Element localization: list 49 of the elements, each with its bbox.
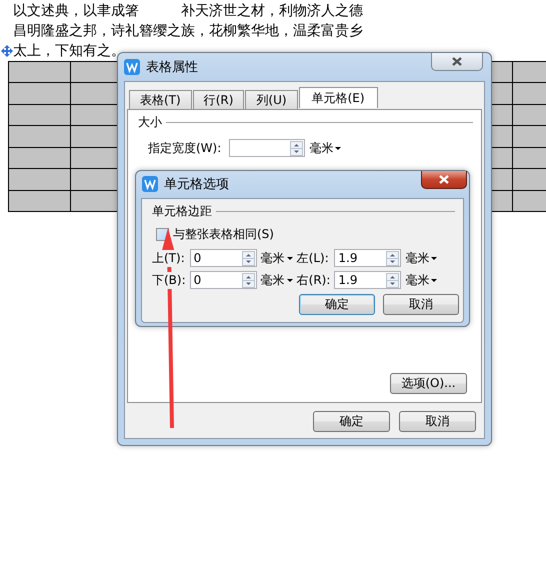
unit-dropdown[interactable]: 毫米 [405, 250, 438, 266]
section-heading: 单元格边距 [152, 203, 212, 220]
text-line: 以文述典，以聿成箸 补天济世之材，利物济人之德 [13, 2, 364, 21]
unit-dropdown[interactable]: 毫米 [260, 250, 293, 266]
caret-icon [335, 146, 342, 150]
unit-dropdown[interactable]: 毫米 [309, 140, 342, 156]
caret-icon [286, 256, 293, 260]
field-label: 左(L): [296, 250, 330, 266]
spin-arrows-icon [242, 272, 255, 288]
close-icon [439, 175, 449, 184]
dialog-button[interactable]: 取消 [399, 411, 476, 432]
number-field[interactable]: 0 [190, 271, 257, 289]
unit-dropdown[interactable]: 毫米 [260, 272, 293, 288]
tab[interactable]: 表格(T) [129, 90, 192, 109]
caret-icon [431, 256, 438, 260]
tab[interactable]: 行(R) [192, 90, 244, 109]
close-button[interactable] [421, 171, 467, 189]
number-field[interactable] [229, 139, 306, 157]
app-logo-icon [142, 176, 158, 192]
caret-icon [286, 278, 293, 282]
text-line: 昌明隆盛之邦，诗礼簪缨之族，花柳繁华地，温柔富贵乡 [13, 22, 364, 41]
spin-arrows-icon [290, 140, 304, 156]
checkbox-label: 与整张表格相同(S) [173, 226, 274, 243]
caret-icon [431, 278, 438, 282]
close-icon [452, 57, 462, 66]
dialog-button[interactable]: 确定 [313, 411, 390, 432]
field-label: 指定宽度(W): [148, 140, 222, 156]
dialog-title: 单元格选项 [164, 176, 229, 193]
close-button[interactable] [431, 53, 483, 71]
tab[interactable]: 单元格(E) [298, 87, 378, 108]
dialog-title: 表格属性 [146, 59, 198, 76]
move-handle-icon [1, 45, 13, 57]
spin-arrows-icon [386, 250, 400, 266]
spin-arrows-icon [386, 272, 400, 288]
dialog-button[interactable]: 确定 [299, 294, 375, 315]
number-field[interactable]: 1.9 [334, 249, 402, 267]
spin-arrows-icon [242, 250, 255, 266]
tab[interactable]: 列(U) [245, 90, 298, 109]
number-field[interactable]: 0 [190, 249, 257, 267]
number-field[interactable]: 1.9 [334, 271, 402, 289]
text-line: 太上，下知有之。 [13, 42, 126, 61]
field-label: 上(T): [152, 250, 186, 266]
field-label: 右(R): [296, 272, 330, 288]
options-button[interactable]: 选项(O)... [390, 373, 467, 394]
dialog-button[interactable]: 取消 [383, 294, 459, 315]
unit-dropdown[interactable]: 毫米 [405, 272, 438, 288]
field-label: 下(B): [152, 272, 186, 288]
app-logo-icon [124, 59, 140, 75]
section-heading: 大小 [138, 114, 162, 131]
